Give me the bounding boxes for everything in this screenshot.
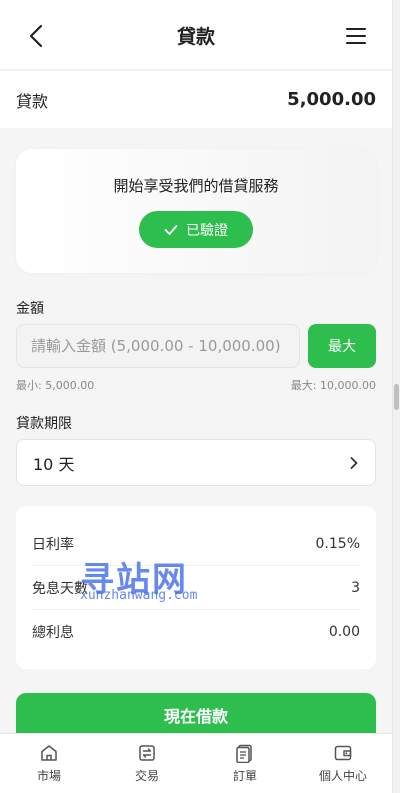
top-header: 貸款 [0,0,392,70]
summary-row-daily-rate: 日利率 0.15% [32,522,360,566]
tab-orders[interactable]: 訂單 [196,734,294,793]
hamburger-menu-icon [346,28,366,44]
tab-orders-label: 訂單 [232,769,257,783]
back-button[interactable] [22,22,50,50]
verified-status-label: 已驗證 [186,222,228,239]
tab-profile[interactable]: 個人中心 [294,734,392,793]
chevron-right-icon [350,456,358,469]
loan-term-select[interactable]: 10 天 [16,439,376,486]
daily-rate-label: 日利率 [32,536,74,553]
loan-term-label: 貸款期限 [16,416,72,432]
loan-summary-card: 日利率 0.15% 免息天數 3 總利息 0.00 [16,506,376,669]
checkmark-icon [164,224,178,235]
tab-market[interactable]: 市場 [0,734,98,793]
home-icon [41,745,57,761]
interest-free-days-value: 3 [351,579,360,596]
tab-trade-label: 交易 [134,769,159,783]
loan-balance-row: 貸款 5,000.00 [0,71,392,128]
orders-icon [236,744,252,763]
max-amount-button[interactable]: 最大 [308,324,376,368]
verified-status-button[interactable]: 已驗證 [139,211,253,248]
total-interest-value: 0.00 [328,624,360,640]
summary-row-interest-free-days: 免息天數 3 [32,566,360,610]
wallet-icon [334,745,352,761]
loan-page: 貸款 貸款 5,000.00 開始享受我們的借貸服務 已驗證 金額 最大 最小:… [0,0,400,793]
menu-button[interactable] [344,24,368,48]
amount-input[interactable] [16,324,300,368]
tab-trade[interactable]: 交易 [98,734,196,793]
interest-free-days-label: 免息天數 [32,580,88,597]
amount-label: 金額 [16,301,44,317]
balance-value: 5,000.00 [287,89,376,110]
summary-row-total-interest: 總利息 0.00 [32,610,360,654]
tab-market-label: 市場 [36,769,61,783]
scrollbar-thumb[interactable] [394,384,399,410]
daily-rate-value: 0.15% [315,535,360,552]
page-scrollbar[interactable] [392,0,400,793]
exchange-icon [139,745,155,761]
loan-term-value: 10 天 [33,454,75,474]
bottom-tab-bar: 市場 交易 訂單 個人中心 [0,733,392,793]
chevron-left-icon [29,24,43,48]
balance-label: 貸款 [16,91,49,111]
min-amount-text: 最小: 5,000.00 [16,379,95,392]
max-amount-text: 最大: 10,000.00 [290,379,376,392]
tab-profile-label: 個人中心 [318,769,367,783]
verification-headline: 開始享受我們的借貸服務 [113,177,279,195]
total-interest-label: 總利息 [32,625,74,641]
page-title: 貸款 [176,26,215,48]
verification-card: 開始享受我們的借貸服務 已驗證 [16,149,376,273]
